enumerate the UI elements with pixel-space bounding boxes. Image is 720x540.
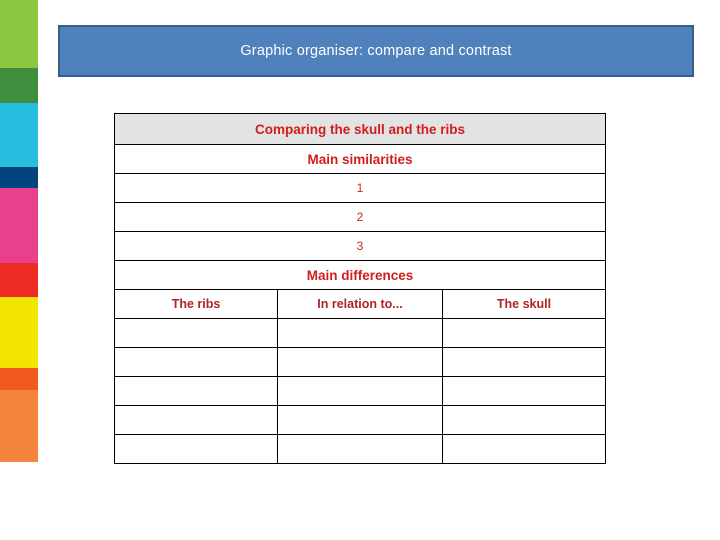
table-row-similarity-2: 2: [113, 202, 607, 232]
difference-cell-skull-1[interactable]: [441, 318, 607, 348]
difference-cell-relation-3[interactable]: [277, 376, 443, 406]
difference-cell-skull-4[interactable]: [441, 405, 607, 435]
difference-cell-relation-2[interactable]: [277, 347, 443, 377]
table-row-similarities-heading: Main similarities: [113, 144, 607, 174]
main-similarities-heading: Main similarities: [113, 144, 607, 174]
table-row: [114, 434, 607, 464]
difference-cell-ribs-5[interactable]: [114, 434, 278, 464]
main-differences-heading: Main differences: [113, 260, 607, 290]
compare-contrast-table: Comparing the skull and the ribs Main si…: [113, 113, 607, 464]
table-row-difference-columns: The ribs In relation to... The skull: [114, 289, 607, 319]
color-bar-segment-yellow: [0, 297, 38, 368]
table-row: [114, 347, 607, 377]
column-header-the-skull: The skull: [441, 289, 607, 319]
table-row: [114, 376, 607, 406]
difference-cell-ribs-3[interactable]: [114, 376, 278, 406]
difference-cell-ribs-1[interactable]: [114, 318, 278, 348]
column-header-in-relation-to: In relation to...: [277, 289, 443, 319]
difference-cell-skull-3[interactable]: [441, 376, 607, 406]
title-banner: Graphic organiser: compare and contrast: [58, 25, 694, 77]
color-bar-segment-dark-green: [0, 68, 38, 103]
difference-cell-ribs-4[interactable]: [114, 405, 278, 435]
difference-cell-relation-5[interactable]: [277, 434, 443, 464]
difference-cell-relation-1[interactable]: [277, 318, 443, 348]
color-bar-segment-navy: [0, 167, 38, 188]
table-row: [114, 318, 607, 348]
column-header-the-ribs: The ribs: [114, 289, 278, 319]
color-bar-segment-red: [0, 263, 38, 297]
table-row-differences-heading: Main differences: [113, 260, 607, 290]
page-title: Graphic organiser: compare and contrast: [240, 43, 512, 59]
table-row-similarity-3: 3: [113, 231, 607, 261]
table-row-title: Comparing the skull and the ribs: [113, 113, 607, 145]
color-bar-segment-light-orange: [0, 390, 38, 462]
difference-cell-skull-5[interactable]: [441, 434, 607, 464]
color-bar-segment-dark-orange: [0, 368, 38, 390]
table-body: Comparing the skull and the ribs Main si…: [113, 113, 607, 464]
difference-cell-relation-4[interactable]: [277, 405, 443, 435]
difference-cell-ribs-2[interactable]: [114, 347, 278, 377]
table-row-similarity-1: 1: [113, 173, 607, 203]
color-bar-segment-cyan: [0, 103, 38, 167]
table-title-cell: Comparing the skull and the ribs: [113, 113, 607, 145]
table-row: [114, 405, 607, 435]
decorative-color-bar: [0, 0, 38, 462]
similarity-item-2[interactable]: 2: [113, 202, 607, 232]
difference-cell-skull-2[interactable]: [441, 347, 607, 377]
color-bar-segment-light-green: [0, 0, 38, 68]
similarity-item-1[interactable]: 1: [113, 173, 607, 203]
color-bar-segment-magenta: [0, 188, 38, 263]
similarity-item-3[interactable]: 3: [113, 231, 607, 261]
